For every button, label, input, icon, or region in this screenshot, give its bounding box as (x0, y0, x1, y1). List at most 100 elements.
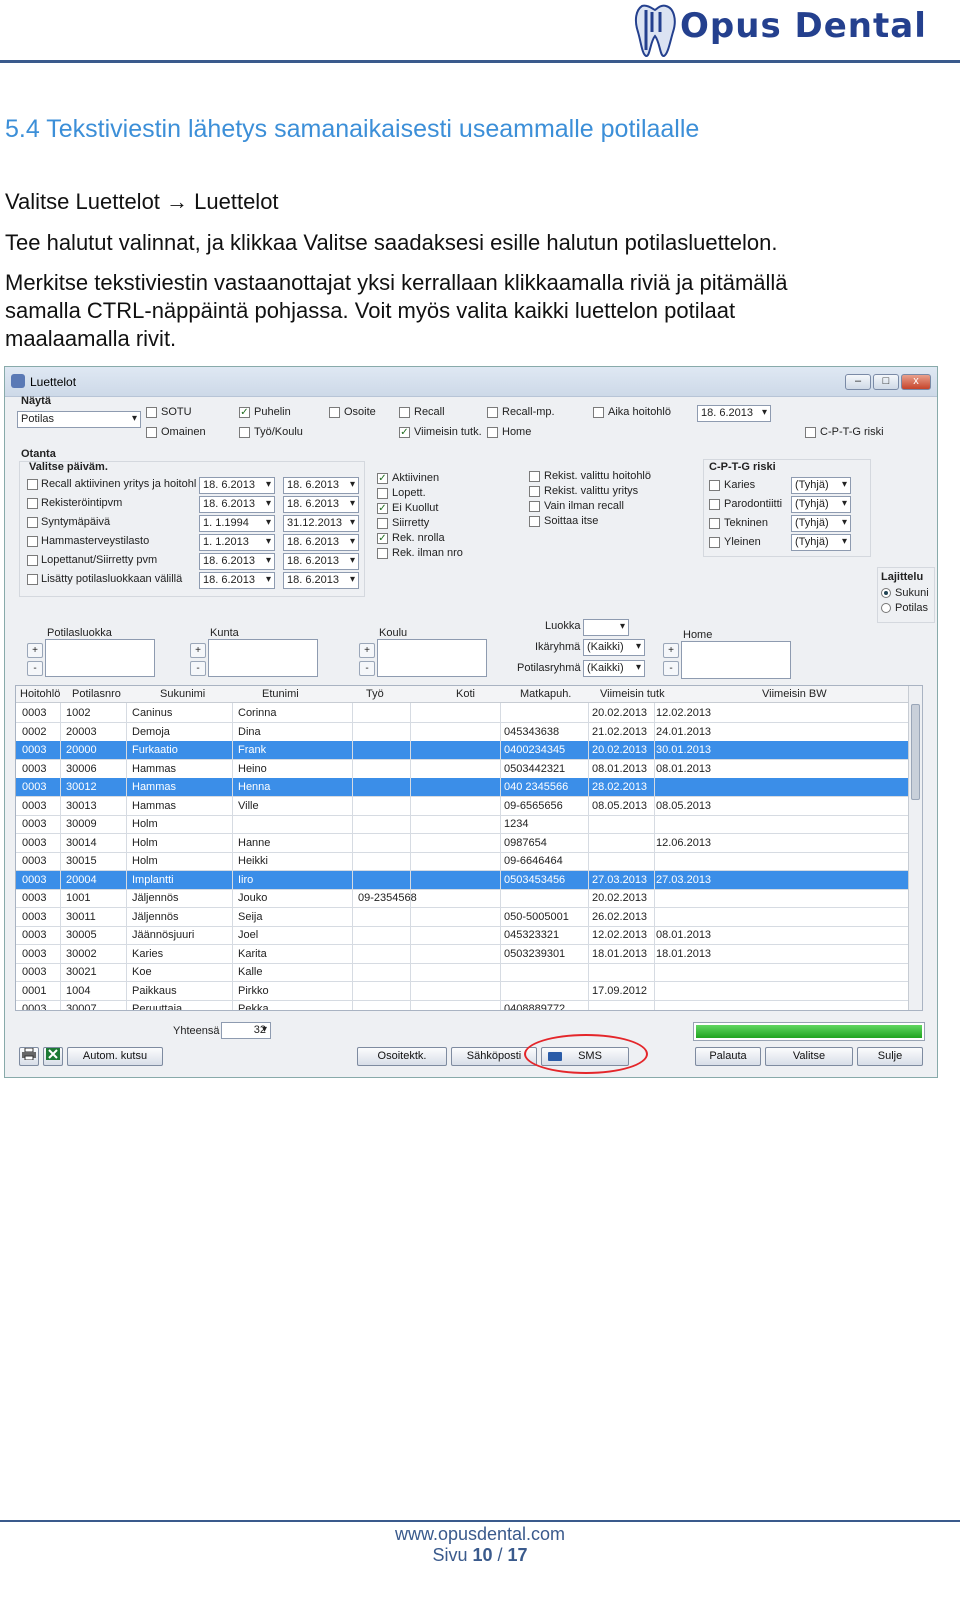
column-header[interactable]: Viimeisin BW (762, 688, 827, 700)
date-from-field[interactable]: 1. 1.1994 (199, 515, 275, 532)
rekist-checkbox[interactable] (529, 486, 540, 497)
table-row[interactable]: 0003 20000 Furkaatio Frank 0400234345 20.02.2… (16, 741, 910, 760)
status-checkbox[interactable] (377, 518, 388, 529)
nayta-checkbox[interactable] (146, 407, 157, 418)
sort-radio-potilas[interactable] (881, 603, 891, 613)
table-scrollbar[interactable] (908, 686, 922, 1010)
cptg-checkbox[interactable] (709, 518, 720, 529)
table-row[interactable]: 0003 30009 Holm 1234 (16, 815, 910, 834)
table-row[interactable]: 0003 30014 Holm Hanne 0987654 12.06.2013 (16, 834, 910, 853)
date-to-field[interactable]: 18. 6.2013 (283, 572, 359, 589)
rekist-checkbox[interactable] (529, 471, 540, 482)
cptg-checkbox[interactable] (709, 499, 720, 510)
print-button[interactable] (19, 1047, 39, 1066)
status-checkbox[interactable]: ✓ (377, 473, 388, 484)
column-header[interactable]: Potilasnro (72, 688, 121, 700)
maximize-button[interactable]: □ (873, 374, 899, 390)
table-row[interactable]: 0003 1002 Caninus Corinna 20.02.2013 12.02.20… (16, 704, 910, 723)
table-row[interactable]: 0001 1004 Paikkaus Pirkko 17.09.2012 (16, 982, 910, 1001)
status-checkbox[interactable]: ✓ (377, 503, 388, 514)
table-row[interactable]: 0003 30007 Peruuttaja Pekka 0408889772 (16, 1000, 910, 1010)
column-header[interactable]: Hoitohlö (20, 688, 60, 700)
table-row[interactable]: 0003 30015 Holm Heikki 09-6646464 (16, 852, 910, 871)
nayta-checkbox[interactable]: ✓ (239, 407, 250, 418)
scrollbar-thumb[interactable] (911, 704, 920, 800)
kunta-add-button[interactable]: + (190, 643, 206, 658)
table-row[interactable]: 0003 30002 Karies Karita 0503239301 18.01.201… (16, 945, 910, 964)
koulu-list[interactable] (377, 639, 487, 677)
koulu-remove-button[interactable]: - (359, 661, 375, 676)
koulu-add-button[interactable]: + (359, 643, 375, 658)
home-remove-button[interactable]: - (663, 661, 679, 676)
home-add-button[interactable]: + (663, 643, 679, 658)
date-row-checkbox[interactable] (27, 574, 38, 585)
status-checkbox[interactable]: ✓ (377, 533, 388, 544)
table-row[interactable]: 0003 30006 Hammas Heino 0503442321 08.01.2013… (16, 760, 910, 779)
cptg-dropdown[interactable]: (Tyhjä) (791, 515, 851, 532)
date-from-field[interactable]: 1. 1.2013 (199, 534, 275, 551)
table-row[interactable]: 0003 30021 Koe Kalle (16, 963, 910, 982)
date-row-checkbox[interactable] (27, 498, 38, 509)
date-from-field[interactable]: 18. 6.2013 (199, 496, 275, 513)
date-to-field[interactable]: 18. 6.2013 (283, 477, 359, 494)
date-row-checkbox[interactable] (27, 479, 38, 490)
column-header[interactable]: Matkapuh. (520, 688, 571, 700)
potilasluokka-remove-button[interactable]: - (27, 661, 43, 676)
date-row-checkbox[interactable] (27, 536, 38, 547)
column-header[interactable]: Sukunimi (160, 688, 205, 700)
column-header[interactable]: Työ (366, 688, 384, 700)
table-row[interactable]: 0003 30011 Jäljennös Seija 050-5005001 26.02.… (16, 908, 910, 927)
nayta-checkbox[interactable] (146, 427, 157, 438)
excel-button[interactable] (43, 1047, 63, 1066)
minimize-button[interactable]: – (845, 374, 871, 390)
close-button[interactable]: x (901, 374, 931, 390)
cptg-checkbox[interactable] (709, 480, 720, 491)
status-checkbox[interactable] (377, 548, 388, 559)
cptg-dropdown[interactable]: (Tyhjä) (791, 534, 851, 551)
nayta-checkbox[interactable] (329, 407, 340, 418)
potilasluokka-add-button[interactable]: + (27, 643, 43, 658)
column-header[interactable]: Viimeisin tutk (600, 688, 665, 700)
ikaryhma-dropdown[interactable]: (Kaikki) (583, 639, 645, 656)
date-row-checkbox[interactable] (27, 555, 38, 566)
home-list[interactable] (681, 641, 791, 679)
nayta-checkbox[interactable] (487, 407, 498, 418)
column-header[interactable]: Etunimi (262, 688, 299, 700)
date-to-field[interactable]: 18. 6.2013 (283, 496, 359, 513)
date-to-field[interactable]: 31.12.2013 (283, 515, 359, 532)
date-from-field[interactable]: 18. 6.2013 (199, 477, 275, 494)
nayta-date-field[interactable]: 18. 6.2013 (697, 405, 771, 422)
cptg-dropdown[interactable]: (Tyhjä) (791, 477, 851, 494)
cptg-checkbox[interactable] (709, 537, 720, 548)
autom-kutsu-button[interactable]: Autom. kutsu (67, 1047, 163, 1066)
valitse-button[interactable]: Valitse (765, 1047, 853, 1066)
table-row[interactable]: 0002 20003 Demoja Dina 045343638 21.02.2013 24… (16, 723, 910, 742)
date-row-checkbox[interactable] (27, 517, 38, 528)
rekist-checkbox[interactable] (529, 501, 540, 512)
patient-table[interactable]: Hoitohlö Potilasnro Sukunimi Etunimi Työ Koti… (15, 685, 923, 1011)
potilasryhma-dropdown[interactable]: (Kaikki) (583, 660, 645, 677)
table-row[interactable]: 0003 1001 Jäljennös Jouko 09-2354568 20.02.20… (16, 889, 910, 908)
nayta-checkbox[interactable] (593, 407, 604, 418)
column-header[interactable]: Koti (456, 688, 475, 700)
osoitetarrat-button[interactable]: Osoitektk. (357, 1047, 447, 1066)
nayta-checkbox[interactable] (239, 427, 250, 438)
cptg-risk-checkbox[interactable] (805, 427, 816, 438)
nayta-checkbox[interactable]: ✓ (399, 427, 410, 438)
table-row[interactable]: 0003 30012 Hammas Henna 040 2345566 28.02.201… (16, 778, 910, 797)
potilasluokka-list[interactable] (45, 639, 155, 677)
sort-radio-sukunimi[interactable] (881, 588, 891, 598)
nayta-dropdown[interactable]: Potilas (17, 411, 141, 428)
table-row[interactable]: 0003 30005 Jäännösjuuri Joel 045323321 12.02.… (16, 926, 910, 945)
table-row[interactable]: 0003 30013 Hammas Ville 09-6565656 08.05.2013… (16, 797, 910, 816)
date-to-field[interactable]: 18. 6.2013 (283, 534, 359, 551)
table-row[interactable]: 0003 20004 Implantti Iiro 0503453456 27.03.20… (16, 870, 910, 890)
kunta-remove-button[interactable]: - (190, 661, 206, 676)
nayta-checkbox[interactable] (487, 427, 498, 438)
cptg-dropdown[interactable]: (Tyhjä) (791, 496, 851, 513)
date-from-field[interactable]: 18. 6.2013 (199, 572, 275, 589)
luokka-field[interactable] (583, 619, 629, 636)
status-checkbox[interactable] (377, 488, 388, 499)
palauta-button[interactable]: Palauta (695, 1047, 761, 1066)
sulje-button[interactable]: Sulje (857, 1047, 923, 1066)
